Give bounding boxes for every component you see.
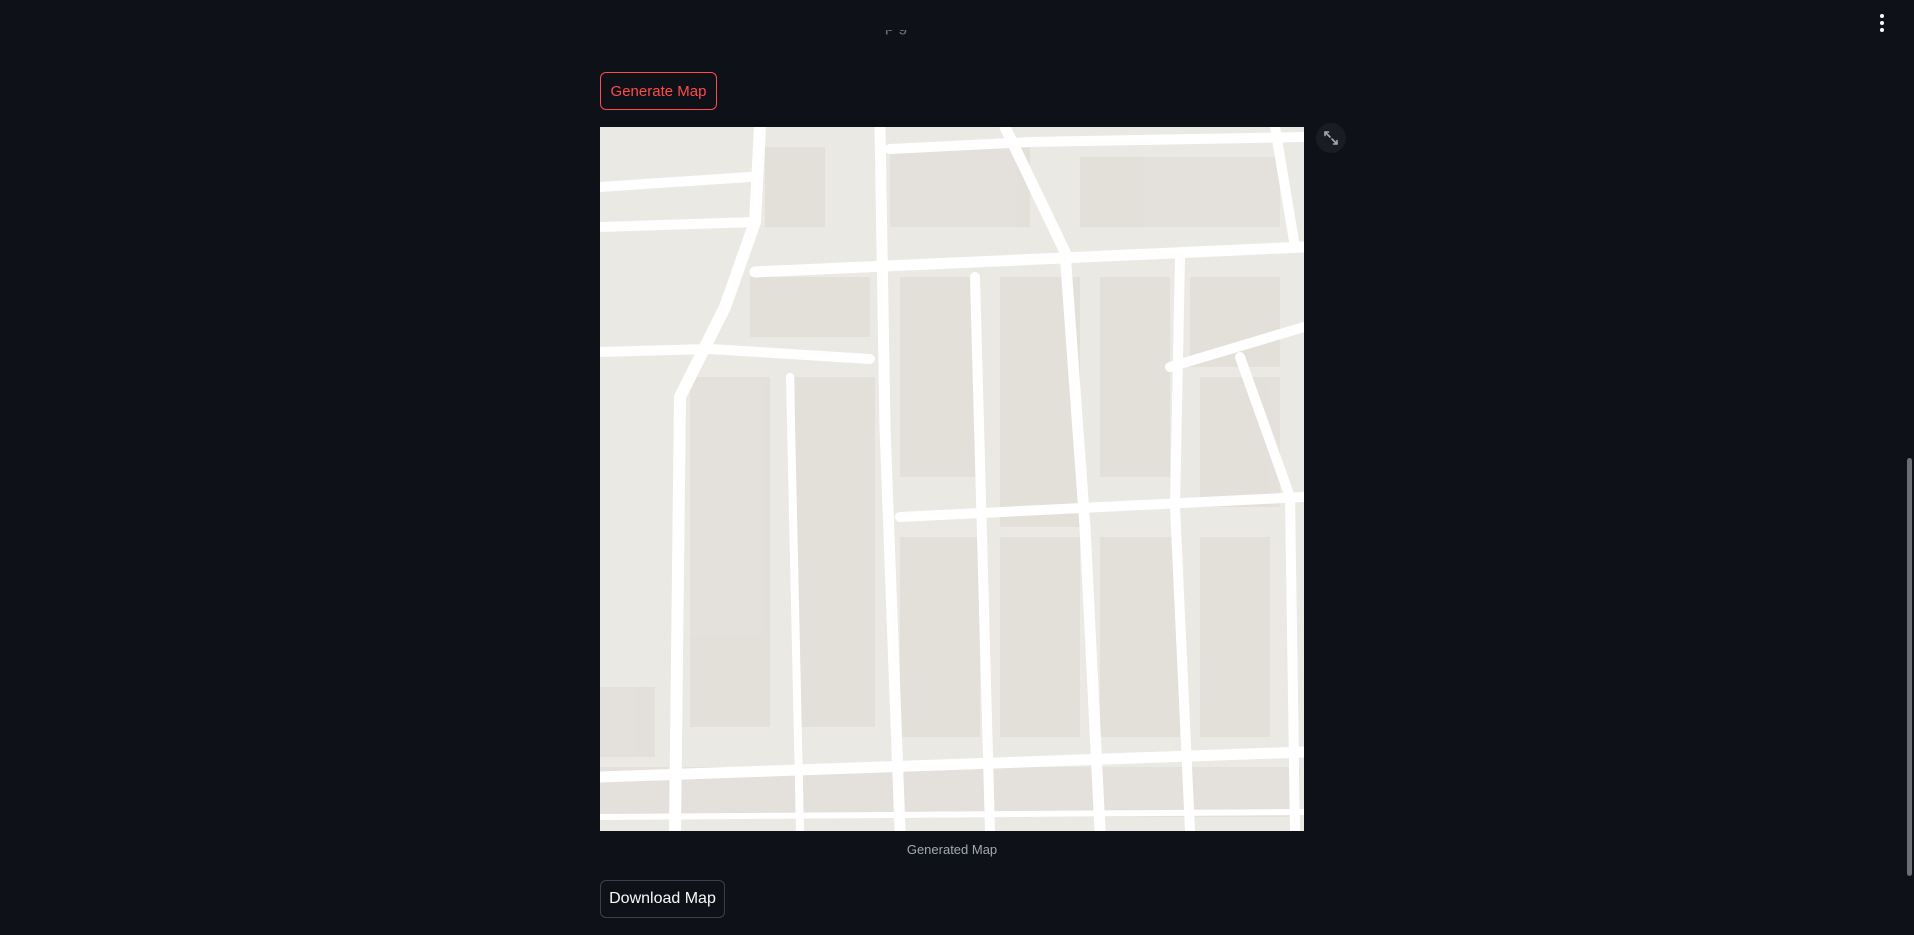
page-scrollbar-track[interactable] [1906,0,1914,935]
map-svg [600,127,1304,831]
map-caption: Generated Map [906,842,998,857]
expand-arrows-icon [1324,131,1338,145]
partial-description-label: p g [885,30,907,36]
generate-map-button[interactable]: Generate Map [600,72,717,110]
partial-description-text: p g [600,30,1300,50]
download-map-button[interactable]: Download Map [600,880,725,918]
main-menu-button[interactable] [1872,12,1892,34]
page-scrollbar-thumb[interactable] [1907,458,1912,876]
generated-map-image [600,127,1304,831]
app-root: p g Generate Map [0,0,1914,935]
fullscreen-button[interactable] [1316,123,1346,153]
vertical-ellipsis-icon [1880,14,1884,18]
